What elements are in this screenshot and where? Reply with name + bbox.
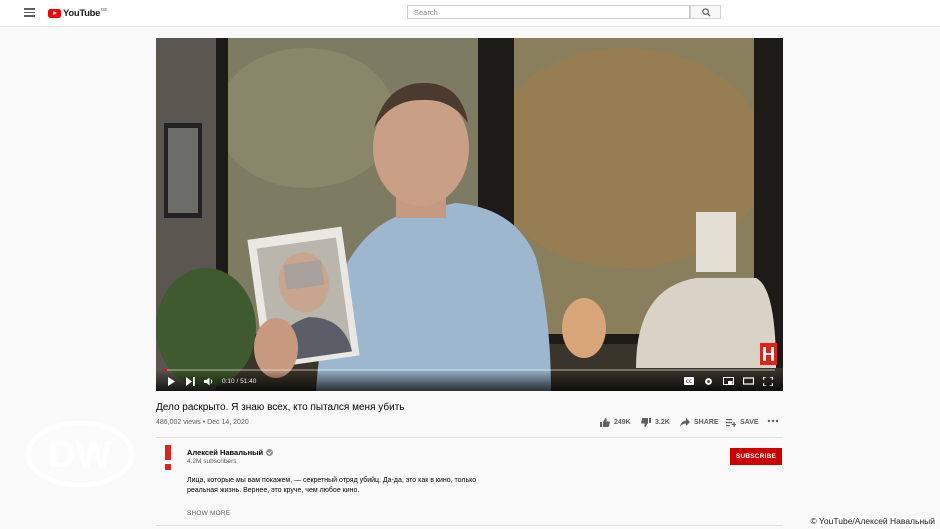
settings-gear-icon[interactable] (704, 377, 713, 386)
subscribe-button[interactable]: SUBSCRIBE (730, 448, 782, 465)
share-label: SHARE (694, 419, 719, 426)
like-count: 249K (614, 419, 631, 426)
dislike-count: 3.2K (655, 419, 670, 426)
dw-logo: DW (25, 420, 135, 488)
captions-icon[interactable]: CC (684, 377, 694, 385)
volume-icon[interactable] (204, 377, 214, 386)
thumbs-down-icon (641, 418, 651, 427)
channel-name-text[interactable]: Алексей Навальный (187, 448, 263, 457)
play-icon[interactable] (167, 377, 176, 386)
theater-mode-icon[interactable] (743, 377, 754, 385)
thumbs-up-icon (600, 418, 610, 427)
like-button[interactable]: 249K (600, 418, 631, 427)
video-player[interactable]: 0:10 / 51:40 CC (156, 38, 783, 391)
youtube-play-icon (48, 8, 61, 18)
video-frame (156, 38, 783, 391)
playlist-add-icon (726, 419, 736, 427)
time-display: 0:10 / 51:40 (222, 378, 257, 385)
logo-text: YouTube (63, 7, 101, 19)
hamburger-menu-icon[interactable] (24, 8, 35, 17)
channel-avatar[interactable] (160, 445, 176, 471)
search-button[interactable] (690, 5, 721, 19)
region-code: DE (101, 6, 108, 12)
save-button[interactable]: SAVE (726, 418, 759, 427)
progress-bar[interactable] (164, 369, 775, 371)
fullscreen-icon[interactable] (763, 377, 773, 386)
description-line: реальная жизнь. Вернее, это круче, чем л… (187, 487, 360, 494)
next-icon[interactable] (186, 377, 195, 386)
section-divider (156, 525, 783, 526)
more-horizontal-icon (767, 419, 779, 423)
progress-fill (164, 369, 168, 371)
save-label: SAVE (740, 419, 759, 426)
verified-badge-icon (266, 449, 274, 456)
video-title: Дело раскрыто. Я знаю всех, кто пытался … (156, 402, 405, 413)
section-divider (156, 437, 783, 438)
player-controls: 0:10 / 51:40 CC (156, 369, 783, 391)
top-bar: YouTube DE Search (0, 0, 940, 27)
miniplayer-icon[interactable] (723, 377, 734, 385)
dw-logo-text: DW (48, 434, 111, 476)
subscriber-count: 4.2M subscribers (187, 458, 237, 465)
svg-text:CC: CC (686, 379, 692, 385)
video-views-date: 486,002 views • Dec 14, 2020 (156, 419, 249, 426)
share-button[interactable]: SHARE (680, 418, 719, 427)
search-icon (702, 8, 711, 17)
channel-watermark-icon (760, 343, 777, 365)
share-icon (680, 418, 690, 427)
youtube-logo[interactable]: YouTube DE (48, 6, 107, 20)
video-description: Лица, которые мы вам покажем, — секретны… (187, 476, 507, 496)
dislike-button[interactable]: 3.2K (641, 418, 670, 427)
image-credit: © YouTube/Алексей Навальный (808, 516, 937, 526)
search-input[interactable]: Search (407, 5, 690, 19)
more-actions-button[interactable] (767, 419, 779, 423)
description-line: Лица, которые мы вам покажем, — секретны… (187, 477, 477, 484)
show-more-button[interactable]: SHOW MORE (187, 510, 230, 517)
channel-name[interactable]: Алексей Навальный (187, 448, 274, 457)
